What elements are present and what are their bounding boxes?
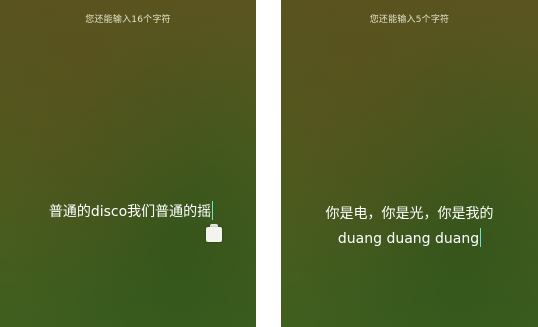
voice-input-panel-right: 您还能输入5个字符 你是电，你是光，你是我的 duang duang duang xyxy=(281,0,538,327)
input-text: 普通的disco我们普通的摇 xyxy=(48,204,212,220)
input-text-line2: duang duang duang xyxy=(337,231,480,247)
text-input-line[interactable]: duang duang duang xyxy=(281,228,538,247)
text-cursor xyxy=(212,201,214,220)
character-counter: 您还能输入16个字符 xyxy=(85,15,171,25)
cursor-drag-handle[interactable] xyxy=(206,224,222,242)
input-text-line1: 你是电，你是光，你是我的 xyxy=(325,206,494,222)
voice-input-panel-left: 您还能输入16个字符 普通的disco我们普通的摇 xyxy=(0,0,256,327)
text-input-area[interactable]: 普通的disco我们普通的摇 xyxy=(0,201,256,221)
text-input-line[interactable]: 你是电，你是光，你是我的 xyxy=(281,203,538,223)
text-cursor xyxy=(480,228,482,247)
character-counter: 您还能输入5个字符 xyxy=(369,15,450,25)
